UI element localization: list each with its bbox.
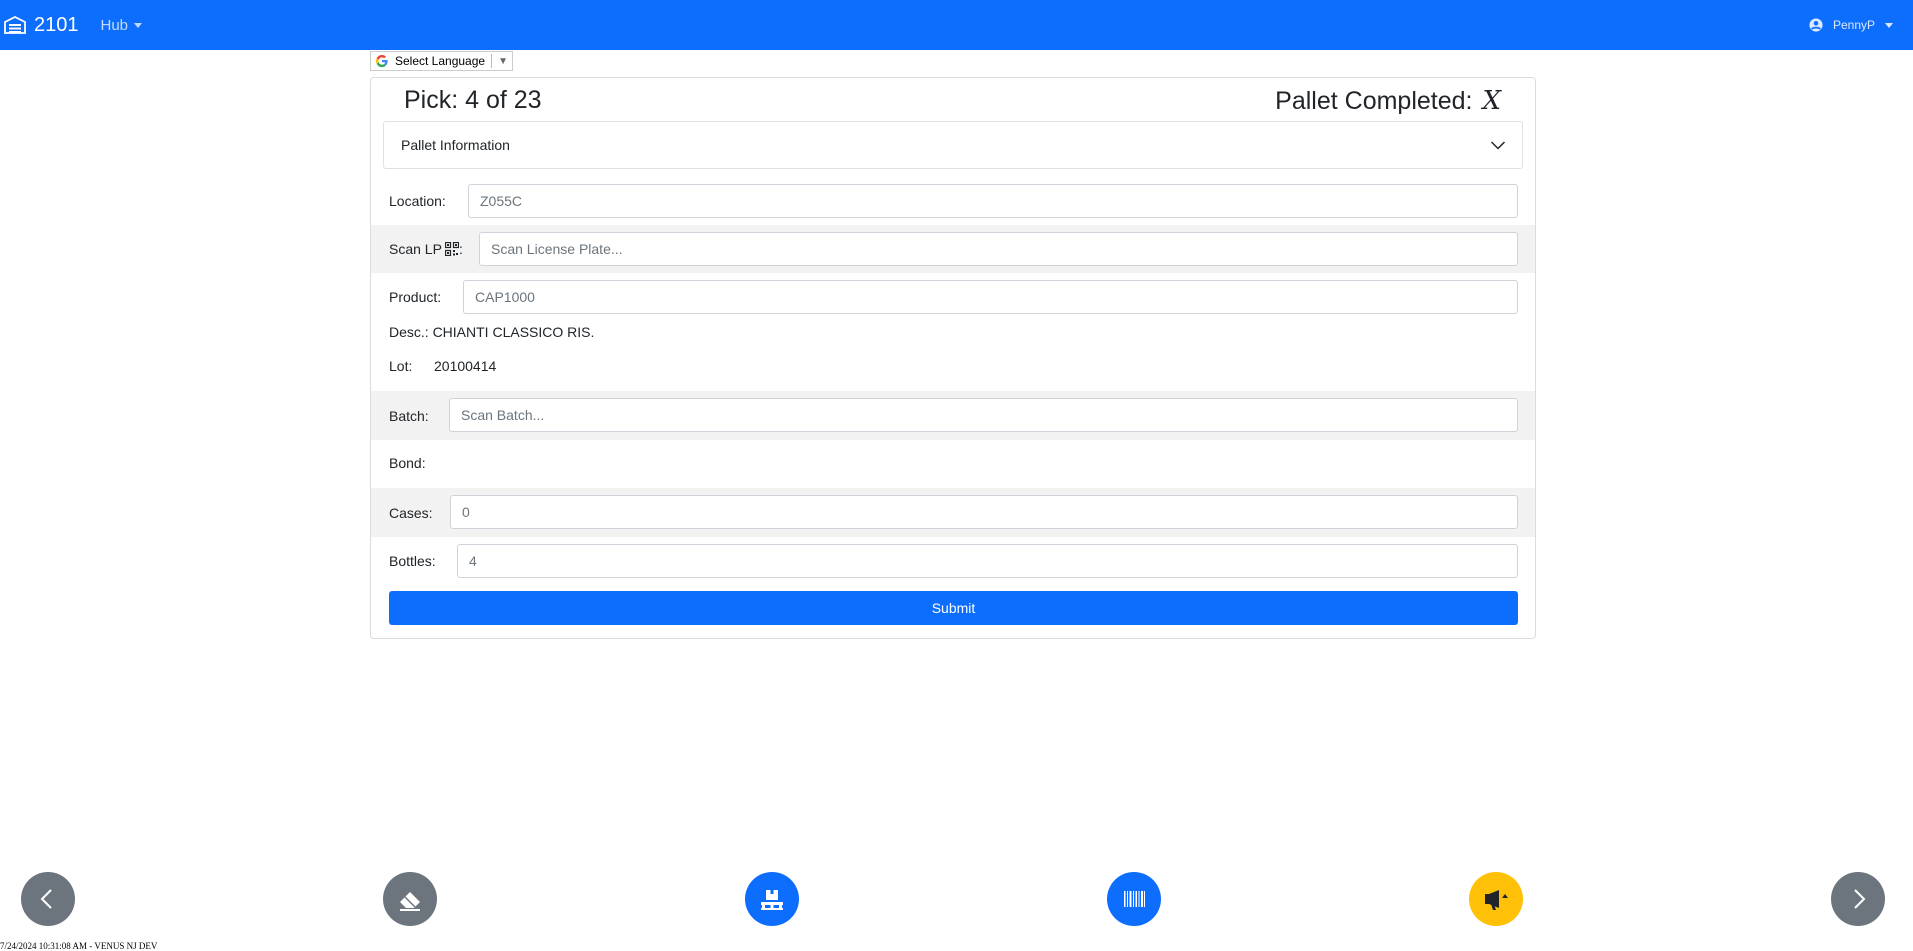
bond-label: Bond: — [389, 455, 426, 471]
hub-menu[interactable]: Hub — [101, 17, 143, 34]
eraser-button[interactable] — [383, 872, 437, 926]
next-button[interactable] — [1831, 872, 1885, 926]
caret-down-icon — [134, 22, 143, 28]
pallet-information-accordion[interactable]: Pallet Information — [383, 121, 1523, 169]
hub-menu-label: Hub — [100, 16, 129, 34]
barcode-icon — [1124, 891, 1145, 907]
previous-button[interactable] — [21, 872, 75, 926]
lot-value: 20100414 — [434, 358, 497, 374]
location-row: Location: — [371, 177, 1535, 225]
accordion-title: Pallet Information — [401, 137, 510, 153]
chevron-right-icon — [1854, 889, 1866, 909]
brand[interactable]: 2101 — [4, 14, 79, 37]
batch-row: Batch: — [371, 391, 1535, 440]
megaphone-icon — [1485, 890, 1508, 910]
pick-counter: Pick: 4 of 23 — [404, 86, 542, 114]
x-mark-icon: X — [1482, 86, 1501, 116]
bottles-input[interactable] — [457, 544, 1518, 578]
scan-lp-row: Scan LP : — [371, 225, 1535, 273]
chevron-left-icon — [40, 889, 52, 909]
scan-license-plate-input[interactable] — [479, 232, 1518, 266]
pallet-completed-status: Pallet Completed: X — [1275, 86, 1501, 116]
status-line: 7/24/2024 10:31:08 AM - VENUS NJ DEV — [0, 941, 158, 951]
cases-row: Cases: — [371, 488, 1535, 537]
user-name: PennyP — [1832, 18, 1875, 32]
user-menu[interactable]: PennyP — [1809, 0, 1893, 50]
brand-text: 2101 — [34, 13, 79, 36]
pallet-completed-label: Pallet Completed: — [1275, 86, 1473, 115]
cases-input[interactable] — [450, 495, 1518, 529]
alert-button[interactable] — [1469, 872, 1523, 926]
user-circle-icon — [1809, 18, 1823, 32]
lot-label: Lot: — [389, 358, 413, 374]
pallet-icon — [761, 890, 783, 910]
language-selector[interactable]: Select Language ▼ — [370, 51, 513, 71]
scan-lp-label-suffix: : — [458, 241, 463, 257]
eraser-icon — [400, 892, 420, 911]
warehouse-icon — [4, 16, 26, 34]
location-label: Location: — [389, 193, 446, 209]
chevron-down-icon — [1490, 141, 1506, 150]
product-row: Product: — [371, 273, 1535, 321]
bottles-row: Bottles: — [371, 537, 1535, 585]
scan-lp-label: Scan LP : — [389, 241, 463, 257]
submit-button[interactable]: Submit — [389, 591, 1518, 625]
qr-code-icon — [444, 242, 459, 256]
batch-label: Batch: — [389, 408, 429, 424]
caret-down-icon — [1885, 22, 1893, 28]
dropdown-arrow-icon: ▼ — [498, 55, 508, 67]
divider — [491, 54, 493, 68]
description-text: Desc.: CHIANTI CLASSICO RIS. — [389, 324, 595, 340]
language-selector-label: Select Language — [395, 54, 486, 68]
product-input[interactable] — [463, 280, 1518, 314]
location-input[interactable] — [468, 184, 1518, 218]
product-label: Product: — [389, 289, 442, 305]
scan-batch-input[interactable] — [449, 398, 1518, 432]
cases-label: Cases: — [389, 505, 433, 521]
bottles-label: Bottles: — [389, 553, 436, 569]
pick-card: Pick: 4 of 23 Pallet Completed: X Pallet… — [370, 77, 1536, 639]
google-icon — [376, 54, 388, 68]
top-navbar: 2101 Hub PennyP — [0, 0, 1913, 50]
scan-lp-label-text: Scan LP — [389, 241, 442, 257]
barcode-button[interactable] — [1107, 872, 1161, 926]
card-header: Pick: 4 of 23 Pallet Completed: X — [371, 78, 1535, 122]
pallet-button[interactable] — [745, 872, 799, 926]
